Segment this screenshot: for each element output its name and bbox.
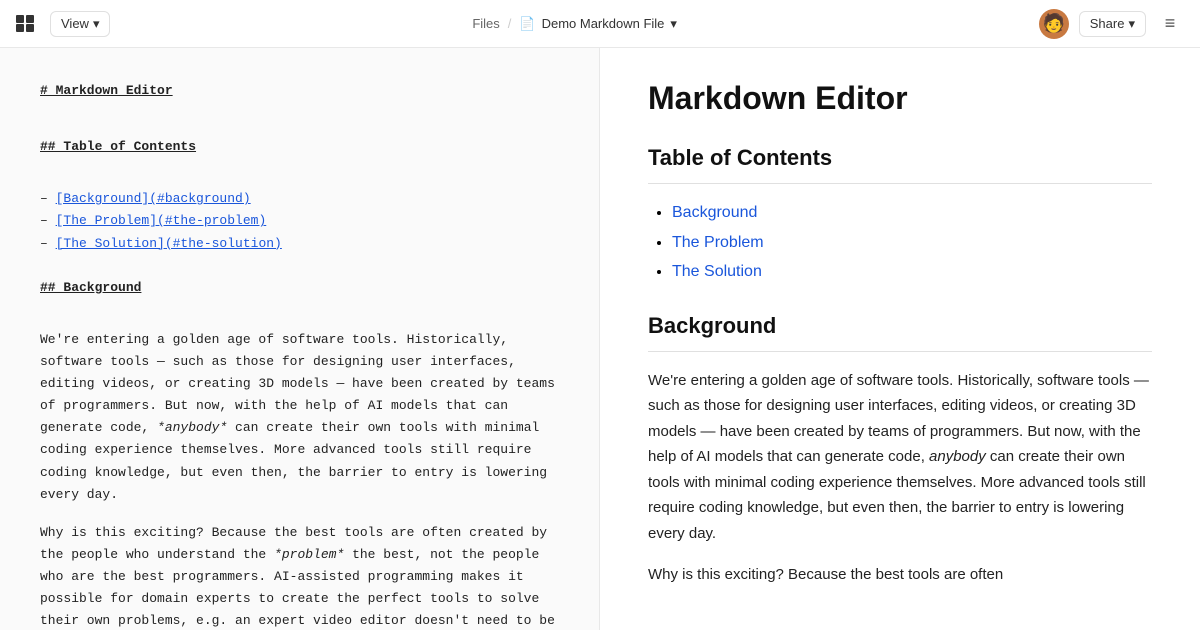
list-item: Background xyxy=(672,200,1152,226)
preview-pane: Markdown Editor Table of Contents Backgr… xyxy=(600,48,1200,630)
view-label: View xyxy=(61,16,89,31)
avatar: 🧑 xyxy=(1039,9,1069,39)
toc-link-solution[interactable]: The Solution xyxy=(672,263,762,280)
preview-toc-heading: Table of Contents xyxy=(648,145,1152,171)
preview-italic-anybody: anybody xyxy=(929,448,986,465)
editor-h2-toc: ## Table of Contents xyxy=(40,136,559,158)
editor-h1: # Markdown Editor xyxy=(40,80,559,102)
list-item: The Problem xyxy=(672,230,1152,256)
editor-toc-item3: – [The Solution](#the-solution) xyxy=(40,233,559,255)
preview-divider1 xyxy=(648,183,1152,184)
editor-para1: We're entering a golden age of software … xyxy=(40,329,559,506)
editor-h2-bg: ## Background xyxy=(40,277,559,299)
file-name-container[interactable]: 📄 Demo Markdown File ▾ xyxy=(519,16,677,32)
preview-bg-para1: We're entering a golden age of software … xyxy=(648,368,1152,547)
preview-bg-para2: Why is this exciting? Because the best t… xyxy=(648,562,1152,588)
main-content: # Markdown Editor ## Table of Contents –… xyxy=(0,48,1200,630)
editor-italic1: *anybody* xyxy=(157,420,227,435)
editor-italic2: *problem* xyxy=(274,547,344,562)
editor-toc-item2: – [The Problem](#the-problem) xyxy=(40,210,559,232)
preview-h1: Markdown Editor xyxy=(648,80,1152,117)
menu-button[interactable]: ≡ xyxy=(1156,10,1184,38)
topbar-right: 🧑 Share ▾ ≡ xyxy=(1039,9,1184,39)
editor-toc-item1: – [Background](#background) xyxy=(40,188,559,210)
topbar-center: Files / 📄 Demo Markdown File ▾ xyxy=(472,16,677,32)
preview-divider2 xyxy=(648,351,1152,352)
breadcrumb-separator: / xyxy=(508,16,512,31)
files-label[interactable]: Files xyxy=(472,16,499,31)
view-button[interactable]: View ▾ xyxy=(50,11,110,37)
editor-para2: Why is this exciting? Because the best t… xyxy=(40,522,559,630)
preview-bg-heading: Background xyxy=(648,313,1152,339)
editor-pane[interactable]: # Markdown Editor ## Table of Contents –… xyxy=(0,48,600,630)
file-name-label: Demo Markdown File xyxy=(542,16,665,31)
toc-link-problem[interactable]: The Problem xyxy=(672,234,764,251)
share-chevron-icon: ▾ xyxy=(1128,16,1135,32)
preview-toc-list: Background The Problem The Solution xyxy=(648,200,1152,285)
logo xyxy=(16,15,34,32)
menu-icon: ≡ xyxy=(1165,13,1176,34)
topbar: View ▾ Files / 📄 Demo Markdown File ▾ 🧑 … xyxy=(0,0,1200,48)
file-icon: 📄 xyxy=(519,16,535,32)
topbar-left: View ▾ xyxy=(16,11,110,37)
avatar-image: 🧑 xyxy=(1043,13,1065,34)
file-chevron-icon: ▾ xyxy=(670,16,677,32)
toc-link-background[interactable]: Background xyxy=(672,204,757,221)
list-item: The Solution xyxy=(672,259,1152,285)
share-label: Share xyxy=(1090,16,1125,31)
view-chevron-icon: ▾ xyxy=(93,16,100,32)
share-button[interactable]: Share ▾ xyxy=(1079,11,1146,37)
